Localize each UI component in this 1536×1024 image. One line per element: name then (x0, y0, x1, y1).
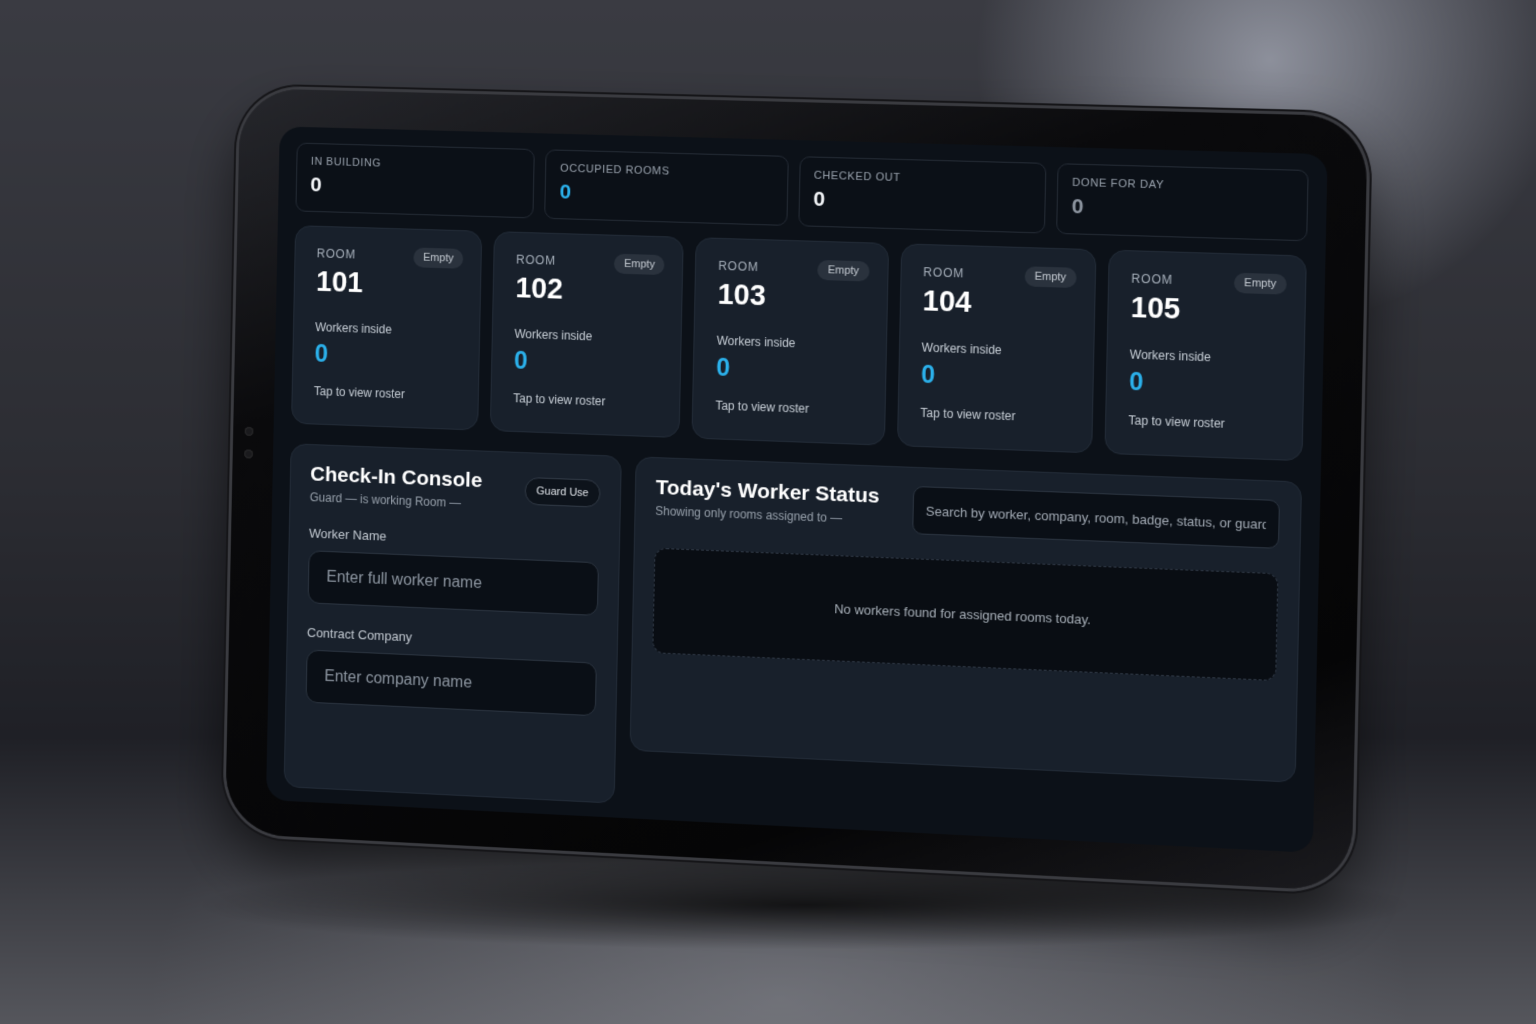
workers-inside-label: Workers inside (514, 327, 661, 346)
camera-icon (245, 427, 254, 436)
stat-label: CHECKED OUT (814, 170, 1031, 188)
view-roster-link[interactable]: Tap to view roster (715, 398, 864, 417)
stats-row: IN BUILDING 0 OCCUPIED ROOMS 0 CHECKED O… (295, 143, 1308, 242)
view-roster-link[interactable]: Tap to view roster (1128, 413, 1281, 433)
room-card-103[interactable]: ROOM Empty 103 Workers inside 0 Tap to v… (692, 237, 889, 445)
room-number: 102 (515, 272, 662, 309)
tablet-wrap: IN BUILDING 0 OCCUPIED ROOMS 0 CHECKED O… (0, 0, 1536, 1024)
workers-inside-count: 0 (1129, 368, 1283, 403)
room-status-badge: Empty (818, 260, 870, 282)
room-number: 103 (717, 279, 867, 317)
workers-inside-count: 0 (514, 347, 661, 381)
bottom-row: Check-In Console Guard — is working Room… (284, 443, 1302, 837)
sensor-icon (244, 449, 253, 458)
workers-inside-count: 0 (716, 354, 865, 388)
room-status-badge: Empty (1024, 266, 1076, 288)
empty-state-text: No workers found for assigned rooms toda… (834, 601, 1091, 627)
workers-inside-label: Workers inside (1130, 347, 1283, 366)
guard-use-badge[interactable]: Guard Use (524, 477, 600, 508)
room-status-badge: Empty (1234, 273, 1287, 295)
stat-value: 0 (559, 180, 772, 210)
stat-value: 0 (310, 173, 520, 203)
room-status-badge: Empty (413, 247, 463, 268)
worker-name-input[interactable] (308, 550, 599, 616)
check-in-console: Check-In Console Guard — is working Room… (284, 443, 622, 803)
stat-label: OCCUPIED ROOMS (560, 163, 773, 181)
stat-value: 0 (813, 188, 1030, 218)
room-card-104[interactable]: ROOM Empty 104 Workers inside 0 Tap to v… (897, 243, 1097, 453)
workers-inside-label: Workers inside (315, 320, 460, 339)
stat-value: 0 (1071, 195, 1292, 226)
room-card-101[interactable]: ROOM Empty 101 Workers inside 0 Tap to v… (291, 225, 482, 430)
workers-inside-count: 0 (921, 361, 1073, 395)
view-roster-link[interactable]: Tap to view roster (314, 384, 459, 403)
stat-card-checked-out: CHECKED OUT 0 (798, 156, 1046, 233)
contract-company-label: Contract Company (307, 625, 598, 653)
room-card-105[interactable]: ROOM Empty 105 Workers inside 0 Tap to v… (1104, 250, 1307, 462)
app-screen: IN BUILDING 0 OCCUPIED ROOMS 0 CHECKED O… (266, 126, 1328, 852)
worker-status-panel: Today's Worker Status Showing only rooms… (630, 456, 1303, 782)
workers-inside-count: 0 (314, 340, 459, 374)
room-card-102[interactable]: ROOM Empty 102 Workers inside 0 Tap to v… (490, 231, 684, 438)
workers-inside-label: Workers inside (717, 334, 866, 353)
room-status-badge: Empty (614, 254, 665, 275)
stat-card-in-building: IN BUILDING 0 (295, 143, 535, 219)
worker-name-label: Worker Name (309, 526, 600, 553)
stat-card-done-for-day: DONE FOR DAY 0 (1056, 163, 1309, 241)
view-roster-link[interactable]: Tap to view roster (513, 391, 660, 410)
stat-label: IN BUILDING (311, 156, 520, 174)
stat-label: DONE FOR DAY (1072, 177, 1293, 195)
search-input[interactable] (912, 486, 1280, 549)
workers-inside-label: Workers inside (922, 340, 1073, 359)
contract-company-input[interactable] (306, 650, 597, 717)
room-number: 104 (922, 285, 1074, 323)
view-roster-link[interactable]: Tap to view roster (920, 406, 1071, 426)
room-number: 105 (1130, 292, 1284, 330)
stat-card-occupied-rooms: OCCUPIED ROOMS 0 (544, 149, 788, 226)
room-number: 101 (316, 266, 461, 303)
empty-state: No workers found for assigned rooms toda… (652, 548, 1278, 681)
rooms-row: ROOM Empty 101 Workers inside 0 Tap to v… (291, 225, 1307, 461)
tablet-device: IN BUILDING 0 OCCUPIED ROOMS 0 CHECKED O… (225, 88, 1368, 892)
